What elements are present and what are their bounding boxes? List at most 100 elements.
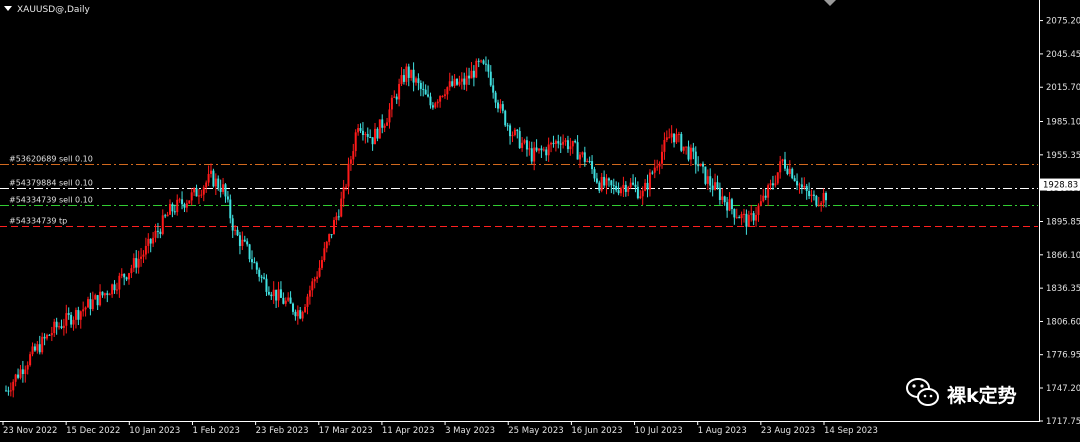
candle-body: [115, 289, 118, 291]
candle-body: [620, 188, 622, 194]
candle-body: [135, 258, 138, 268]
candle-body: [574, 140, 577, 143]
candle-body: [721, 196, 724, 200]
candle-body: [275, 289, 278, 301]
candle-body: [743, 213, 745, 215]
candle-body: [144, 245, 147, 255]
candle-body: [680, 133, 683, 151]
candle-body: [70, 314, 73, 325]
candle-body: [224, 184, 227, 197]
candle-body: [419, 82, 422, 89]
candle-body: [528, 148, 531, 150]
y-tick-label: 1895.85: [1046, 217, 1080, 227]
candle-body: [410, 69, 413, 78]
candle-body: [108, 294, 111, 296]
candle-body: [369, 136, 372, 138]
candle-body: [779, 161, 782, 173]
candle-body: [564, 140, 567, 142]
candle-body: [465, 75, 468, 85]
candle-body: [207, 173, 210, 183]
candle-body: [296, 310, 299, 317]
candle-body: [759, 201, 762, 206]
candle-body: [788, 168, 791, 174]
candle-body: [443, 94, 446, 96]
candle-body: [699, 163, 702, 167]
candle-body: [19, 369, 22, 378]
candle-body: [345, 186, 348, 188]
x-tick-label: 11 Apr 2023: [382, 426, 435, 436]
x-tick-label: 23 Feb 2023: [256, 426, 309, 436]
candle-body: [113, 284, 116, 291]
candle-body: [246, 241, 249, 245]
candle-body: [441, 95, 444, 97]
candle-body: [103, 293, 106, 296]
candle-body: [735, 217, 738, 219]
candle-body: [31, 346, 34, 355]
candle-body: [137, 258, 140, 268]
candle-body: [576, 142, 579, 160]
candle-body: [745, 213, 748, 227]
candle-body: [658, 163, 661, 167]
candle-body: [702, 163, 704, 167]
candle-body: [673, 133, 676, 143]
candle-body: [197, 195, 200, 197]
candle-body: [294, 311, 297, 317]
candle-body: [311, 281, 314, 291]
current-price-tag: 1928.83: [1040, 178, 1080, 191]
candle-body: [692, 147, 695, 152]
candle-body: [99, 291, 102, 306]
candle-body: [82, 309, 85, 312]
candle-body: [569, 146, 572, 150]
candle-body: [335, 216, 338, 221]
candle-body: [188, 200, 191, 204]
candle-body: [289, 297, 292, 304]
candle-body: [665, 137, 668, 141]
candle-body: [504, 110, 507, 126]
candle-body: [607, 178, 610, 181]
candle-body: [646, 182, 649, 190]
candle-body: [615, 186, 618, 191]
candle-body: [152, 237, 155, 244]
candle-body: [530, 148, 533, 162]
candle-body: [661, 151, 663, 164]
candle-body: [176, 199, 179, 213]
candle-body: [169, 204, 171, 215]
candle-body: [484, 63, 487, 65]
candle-body: [562, 141, 565, 145]
candle-body: [74, 310, 77, 320]
candle-body: [65, 313, 68, 326]
candle-body: [513, 129, 516, 136]
candle-body: [624, 184, 627, 192]
candle-body: [306, 296, 309, 307]
order-label: #54379884 sell 0.10: [9, 179, 93, 188]
candle-body: [118, 275, 121, 290]
candle-body: [41, 336, 44, 353]
candle-body: [267, 291, 270, 295]
candle-body: [193, 188, 196, 193]
price-chart[interactable]: 2075.202045.452015.701985.101955.351925.…: [0, 0, 1080, 442]
candle-body: [301, 312, 304, 319]
candle-body: [798, 184, 801, 186]
candle-body: [509, 125, 512, 137]
candle-body: [629, 182, 632, 188]
candle-body: [251, 259, 253, 263]
candle-body: [84, 307, 87, 310]
candle-body: [497, 102, 499, 109]
candle-body: [111, 284, 114, 295]
candle-body: [716, 182, 719, 188]
x-tick-label: 10 Jan 2023: [129, 426, 180, 436]
candle-body: [320, 260, 323, 268]
candle-body: [400, 75, 403, 84]
candle-body: [598, 182, 601, 191]
x-tick-label: 23 Aug 2023: [761, 426, 815, 436]
candle-body: [183, 204, 186, 208]
candle-body: [342, 187, 345, 199]
candle-body: [202, 187, 205, 195]
candle-body: [226, 196, 229, 200]
y-tick-label: 1955.35: [1046, 151, 1080, 161]
candle-body: [482, 60, 485, 64]
x-tick-label: 15 Dec 2022: [66, 426, 120, 436]
candle-body: [632, 182, 635, 185]
candle-body: [222, 184, 225, 192]
y-tick-label: 1717.75: [1046, 417, 1080, 427]
